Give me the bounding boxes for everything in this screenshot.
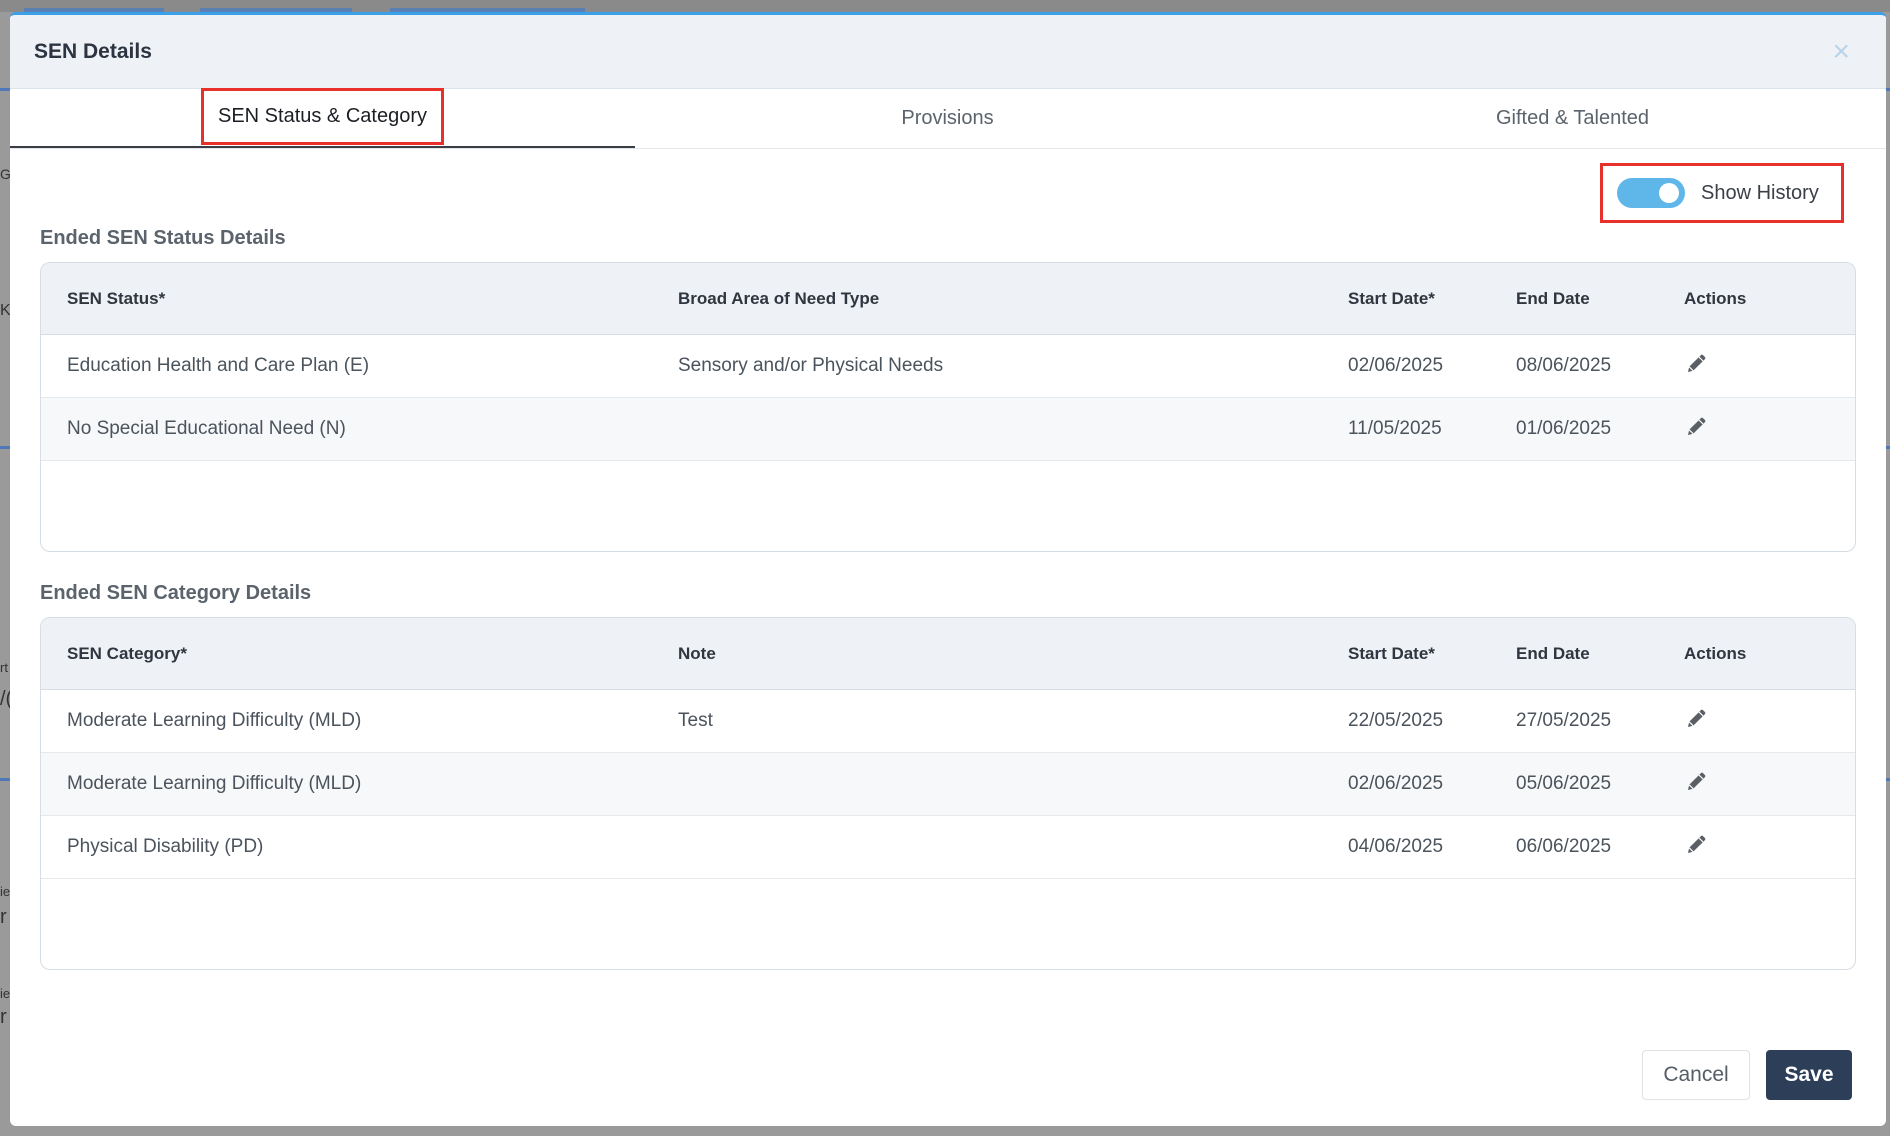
background-line: [0, 88, 10, 91]
cell: 01/06/2025: [1516, 418, 1612, 439]
cell: No Special Educational Need (N): [67, 418, 346, 439]
background-text: r: [0, 1006, 7, 1028]
edit-pencil-icon[interactable]: [1685, 769, 1709, 793]
modal-header: SEN Details ×: [10, 15, 1886, 89]
column-header: Broad Area of Need Type: [678, 288, 880, 308]
edit-pencil-icon[interactable]: [1685, 351, 1709, 375]
category-table: SEN Category* Note Start Date* End Date …: [40, 617, 1856, 970]
tab-label: Gifted & Talented: [1495, 107, 1650, 129]
tab-provisions[interactable]: Provisions: [635, 89, 1260, 148]
status-table: SEN Status* Broad Area of Need Type Star…: [40, 262, 1856, 552]
cell: Moderate Learning Difficulty (MLD): [67, 773, 362, 794]
column-header: Actions: [1684, 643, 1747, 663]
cell: Physical Disability (PD): [67, 836, 264, 857]
tab-gifted-talented[interactable]: Gifted & Talented: [1260, 89, 1885, 148]
close-icon[interactable]: ×: [1832, 37, 1850, 67]
toggle-knob: [1659, 183, 1679, 203]
table-row: Moderate Learning Difficulty (MLD) Test …: [41, 690, 1855, 753]
tab-label: SEN Status & Category: [201, 88, 444, 145]
column-header: Start Date*: [1348, 643, 1435, 663]
cell: Moderate Learning Difficulty (MLD): [67, 710, 362, 731]
table-row: Moderate Learning Difficulty (MLD) 02/06…: [41, 753, 1855, 816]
cell: 05/06/2025: [1516, 773, 1612, 794]
save-button[interactable]: Save: [1766, 1050, 1852, 1100]
cell: 08/06/2025: [1516, 355, 1612, 376]
modal-footer: Cancel Save: [1642, 1050, 1852, 1100]
table-row: No Special Educational Need (N) 11/05/20…: [41, 398, 1855, 461]
history-row: Show History: [40, 149, 1856, 227]
cell: 22/05/2025: [1348, 710, 1444, 731]
background-text: ie: [0, 986, 11, 1001]
cell: 27/05/2025: [1516, 710, 1612, 731]
cell: 02/06/2025: [1348, 355, 1444, 376]
background-text: rt: [0, 660, 8, 675]
category-section-title: Ended SEN Category Details: [40, 582, 312, 604]
tab-bar: SEN Status & Category Provisions Gifted …: [10, 88, 1886, 149]
column-header: SEN Status*: [67, 288, 166, 308]
cell: 06/06/2025: [1516, 836, 1612, 857]
column-header: Actions: [1684, 288, 1747, 308]
table-empty-space: [41, 879, 1855, 969]
cell: Test: [678, 710, 713, 731]
cell: Education Health and Care Plan (E): [67, 355, 370, 376]
background-text: r: [0, 906, 7, 928]
tab-sen-status-category[interactable]: SEN Status & Category: [10, 88, 635, 148]
background-line: [0, 778, 10, 781]
cell: 02/06/2025: [1348, 773, 1444, 794]
cell: 04/06/2025: [1348, 836, 1444, 857]
cell: 11/05/2025: [1348, 418, 1442, 439]
column-header: End Date: [1516, 643, 1590, 663]
edit-pencil-icon[interactable]: [1685, 706, 1709, 730]
table-empty-space: [41, 461, 1855, 551]
column-header: SEN Category*: [67, 643, 187, 663]
edit-pencil-icon[interactable]: [1685, 832, 1709, 856]
background-line: [0, 446, 10, 449]
show-history-toggle[interactable]: [1617, 178, 1685, 208]
table-header: SEN Status* Broad Area of Need Type Star…: [41, 263, 1855, 335]
cell: Sensory and/or Physical Needs: [678, 355, 944, 376]
edit-pencil-icon[interactable]: [1685, 414, 1709, 438]
table-row: Education Health and Care Plan (E) Senso…: [41, 335, 1855, 398]
table-row: Physical Disability (PD) 04/06/2025 06/0…: [41, 816, 1855, 879]
cancel-button[interactable]: Cancel: [1642, 1050, 1750, 1100]
column-header: Start Date*: [1348, 288, 1435, 308]
table-header: SEN Category* Note Start Date* End Date …: [41, 618, 1855, 690]
column-header: End Date: [1516, 288, 1590, 308]
modal-title: SEN Details: [34, 39, 152, 63]
column-header: Note: [678, 643, 716, 663]
sen-details-modal: SEN Details × SEN Status & Category Prov…: [10, 12, 1886, 1126]
show-history-label: Show History: [1701, 181, 1819, 204]
modal-content: Show History Ended SEN Status Details SE…: [10, 149, 1886, 970]
show-history-control: Show History: [1600, 163, 1844, 223]
background-text: ie: [0, 884, 11, 899]
status-section-title: Ended SEN Status Details: [40, 227, 286, 249]
tab-label: Provisions: [901, 107, 994, 129]
